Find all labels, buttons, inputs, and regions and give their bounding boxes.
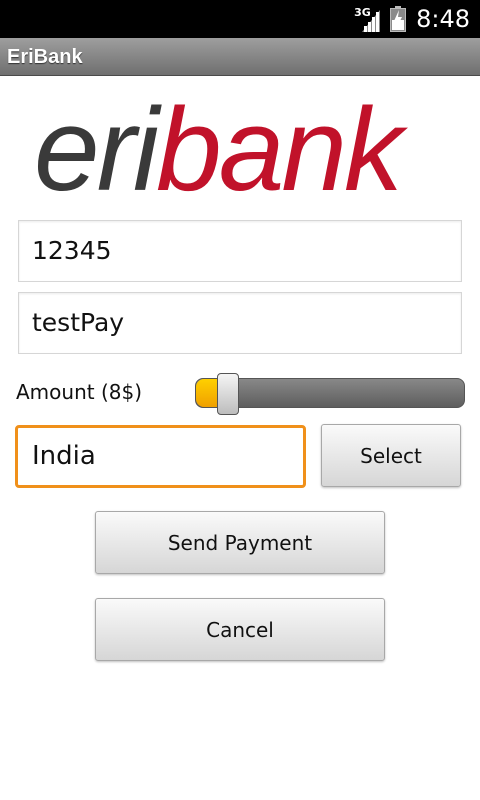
select-button[interactable]: Select xyxy=(321,424,461,487)
logo-text-bank: bank xyxy=(156,84,403,216)
eribank-logo: eribank xyxy=(34,91,446,209)
amount-slider[interactable] xyxy=(195,373,465,415)
amount-label: Amount (8$) xyxy=(16,380,143,404)
name-field[interactable]: testPay xyxy=(18,292,462,354)
signal-icon: 3G xyxy=(354,4,382,34)
battery-icon xyxy=(390,6,407,32)
account-field[interactable]: 12345 xyxy=(18,220,462,282)
status-bar: 3G 8:48 xyxy=(0,0,480,38)
send-payment-button[interactable]: Send Payment xyxy=(95,511,385,574)
cancel-button[interactable]: Cancel xyxy=(95,598,385,661)
status-icons: 3G 8:48 xyxy=(354,0,470,38)
clock: 8:48 xyxy=(416,5,470,33)
country-field[interactable]: India xyxy=(15,425,306,488)
app-title: EriBank xyxy=(7,46,83,68)
amount-slider-thumb[interactable] xyxy=(217,373,240,415)
logo-text-eri: eri xyxy=(34,84,159,216)
app-title-bar: EriBank xyxy=(0,38,480,76)
